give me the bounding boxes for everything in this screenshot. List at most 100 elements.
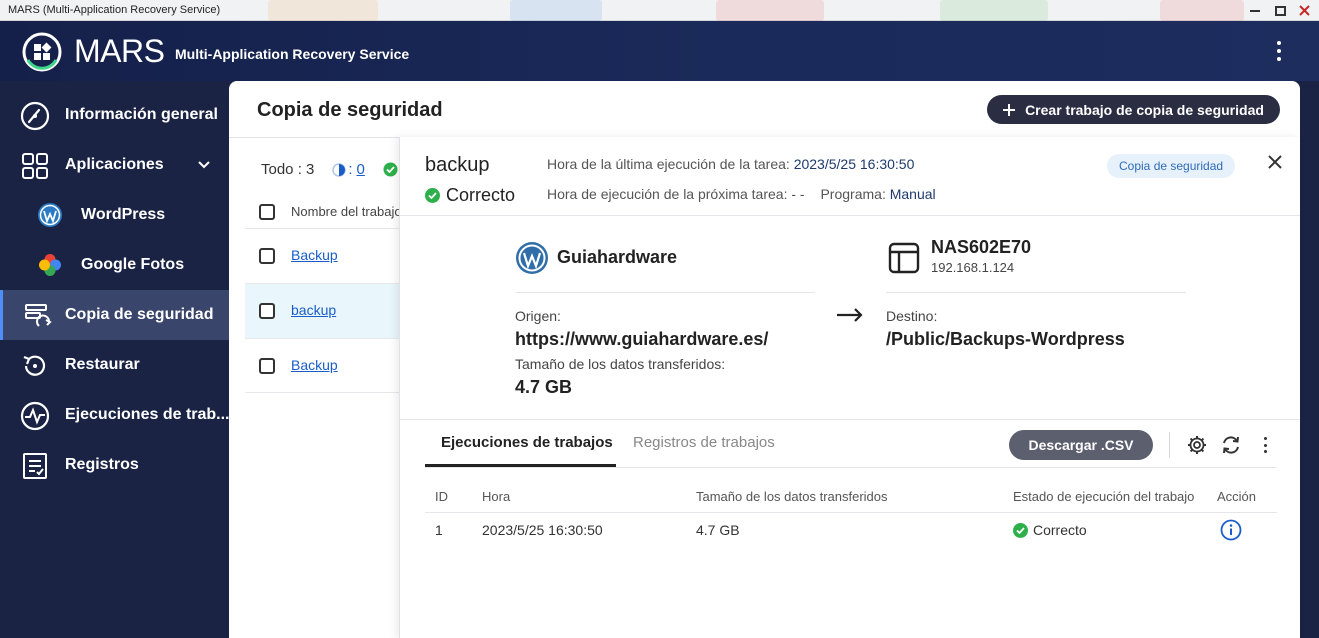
- close-window-button[interactable]: [1295, 2, 1313, 19]
- sidebar-item-label: Ejecuciones de trab...: [65, 406, 230, 423]
- table-row[interactable]: backup: [245, 283, 400, 338]
- mars-logo-icon: [22, 32, 62, 72]
- cell-time: 2023/5/25 16:30:50: [482, 522, 603, 538]
- destination-label: Destino:: [886, 308, 938, 324]
- origin-value: https://www.guiahardware.es/: [515, 329, 769, 349]
- success-status-icon: [383, 162, 398, 177]
- destination-name: NAS602E70: [931, 237, 1032, 257]
- row-checkbox[interactable]: [259, 303, 275, 319]
- create-backup-job-button[interactable]: Crear trabajo de copia de seguridad: [987, 95, 1280, 124]
- column-header-state: Estado de ejecución del trabajo: [1013, 489, 1195, 504]
- maximize-button[interactable]: [1271, 2, 1289, 19]
- table-row[interactable]: Backup: [245, 338, 400, 393]
- sidebar-item-label: Copia de seguridad: [65, 306, 214, 323]
- wordpress-icon: [38, 203, 62, 227]
- tab-registros-de-trabajos[interactable]: Registros de trabajos: [633, 434, 775, 451]
- sidebar-item-label: WordPress: [81, 206, 166, 223]
- background-decoration: [940, 0, 1048, 21]
- minimize-button[interactable]: [1246, 2, 1264, 19]
- logs-icon: [23, 453, 47, 479]
- success-check-icon: [1013, 522, 1028, 538]
- running-status-icon: [332, 162, 347, 177]
- column-header-name: Nombre del trabajo: [291, 204, 402, 219]
- divider: [886, 292, 1186, 293]
- kebab-dot: [1263, 437, 1267, 440]
- background-decoration: [1160, 0, 1244, 21]
- schedule-value: Manual: [889, 186, 936, 202]
- job-detail-name: backup: [425, 154, 490, 176]
- window-titlebar: MARS (Multi-Application Recovery Service…: [0, 0, 1319, 21]
- create-backup-job-label: Crear trabajo de copia de seguridad: [1025, 101, 1264, 118]
- divider: [400, 419, 1300, 420]
- nas-device-icon: [888, 242, 920, 274]
- settings-gear-icon[interactable]: [1186, 434, 1208, 456]
- job-type-badge: Copia de seguridad: [1107, 154, 1236, 178]
- job-name-link[interactable]: Backup: [291, 357, 338, 373]
- table-more-menu[interactable]: [1258, 435, 1272, 455]
- background-decoration: [716, 0, 824, 21]
- maximize-icon: [1274, 5, 1286, 16]
- job-detail-panel: backup Correcto Hora de la última ejecuc…: [399, 137, 1300, 638]
- app-header: MARS Multi-Application Recovery Service: [0, 21, 1319, 81]
- next-run-value: - -: [791, 186, 805, 202]
- job-summary: Todo : 3 : 0: [261, 161, 398, 178]
- cell-id: 1: [435, 522, 443, 538]
- chevron-down-icon: [198, 161, 210, 169]
- google-photos-icon: [39, 254, 61, 276]
- row-checkbox[interactable]: [259, 358, 275, 374]
- destination-value: /Public/Backups-Wordpress: [886, 329, 1125, 349]
- close-detail-button[interactable]: [1266, 153, 1284, 171]
- transferred-size-label: Tamaño de los datos transferidos:: [515, 356, 726, 372]
- sidebar-item-google-fotos[interactable]: Google Fotos: [0, 240, 229, 290]
- sidebar-item-label: Información general: [65, 106, 218, 123]
- arrow-right-icon: [837, 308, 863, 322]
- gauge-icon: [20, 101, 50, 131]
- job-detail-status-text: Correcto: [446, 185, 516, 205]
- column-header-action: Acción: [1217, 489, 1257, 504]
- running-separator: :: [348, 161, 353, 178]
- refresh-icon[interactable]: [1220, 434, 1242, 456]
- total-count: Todo : 3: [261, 161, 315, 178]
- list-header: Nombre del trabajo: [245, 201, 402, 223]
- next-run-label: Hora de ejecución de la próxima tarea:: [547, 186, 788, 202]
- sidebar-item-copia-de-seguridad[interactable]: Copia de seguridad: [0, 290, 229, 340]
- sidebar-item-ejecuciones[interactable]: Ejecuciones de trab...: [0, 390, 230, 440]
- background-decoration: [510, 0, 602, 21]
- table-row[interactable]: Backup: [245, 228, 400, 283]
- sidebar-item-informacion-general[interactable]: Información general: [0, 90, 229, 140]
- sidebar-item-label: Aplicaciones: [65, 156, 164, 173]
- success-check-icon: [425, 188, 440, 203]
- kebab-dot: [1263, 450, 1267, 453]
- job-detail-status: Correcto: [425, 185, 515, 206]
- active-tab-indicator: [425, 464, 616, 467]
- job-name-link[interactable]: Backup: [291, 247, 338, 263]
- column-header-id: ID: [435, 489, 448, 504]
- sidebar-item-aplicaciones[interactable]: Aplicaciones: [0, 140, 229, 190]
- origin-label: Origen:: [515, 308, 561, 324]
- running-count-link[interactable]: 0: [357, 161, 365, 178]
- cell-state-text: Correcto: [1033, 522, 1087, 538]
- sidebar-item-restaurar[interactable]: Restaurar: [0, 340, 229, 390]
- toolbar-separator: [1169, 432, 1170, 458]
- main-header: Copia de seguridad Crear trabajo de copi…: [229, 81, 1300, 138]
- transferred-size-value: 4.7 GB: [515, 377, 573, 397]
- row-checkbox[interactable]: [259, 248, 275, 264]
- header-more-menu[interactable]: [1269, 38, 1289, 64]
- sidebar-item-wordpress[interactable]: WordPress: [0, 190, 229, 240]
- cell-state: Correcto: [1013, 522, 1087, 538]
- tab-ejecuciones-de-trabajos[interactable]: Ejecuciones de trabajos: [441, 434, 613, 451]
- job-name-link[interactable]: backup: [291, 302, 336, 318]
- info-icon[interactable]: [1220, 519, 1242, 541]
- apps-grid-icon: [22, 153, 48, 179]
- table-header-divider: [425, 512, 1277, 513]
- divider: [400, 215, 1300, 216]
- sidebar-item-registros[interactable]: Registros: [0, 440, 229, 490]
- plus-icon: [1003, 103, 1016, 116]
- select-all-checkbox[interactable]: [259, 204, 275, 220]
- download-csv-button[interactable]: Descargar .CSV: [1009, 430, 1153, 460]
- schedule-label: Programa:: [820, 186, 886, 202]
- background-decoration: [268, 0, 378, 21]
- download-csv-label: Descargar .CSV: [1028, 437, 1134, 453]
- cell-size: 4.7 GB: [696, 522, 740, 538]
- sidebar-item-label: Restaurar: [65, 356, 140, 373]
